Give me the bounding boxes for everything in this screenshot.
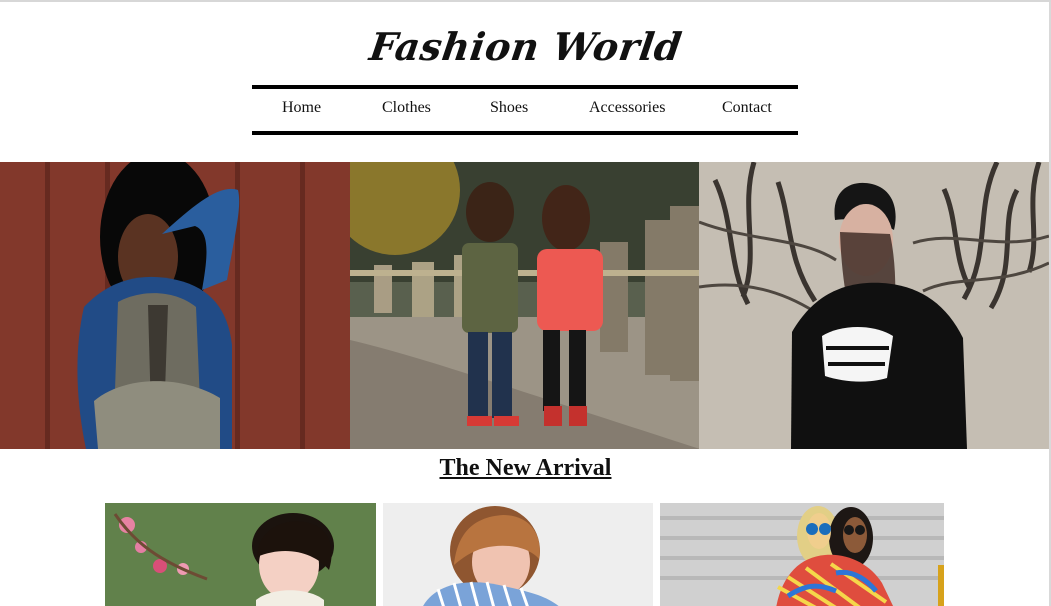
hero-image-2-art (349, 162, 700, 449)
nav-contact[interactable]: Contact (722, 99, 772, 117)
gallery-image-3-art (660, 503, 944, 606)
hero-image-3-art (699, 162, 1050, 449)
site-header: Fashion World (0, 24, 1051, 69)
children-walking-image[interactable] (349, 162, 700, 449)
site-logo-title[interactable]: Fashion World (367, 24, 685, 69)
new-arrival-title[interactable]: The New Arrival (0, 455, 1051, 482)
gallery-image-2-art (383, 503, 653, 606)
nav-shoes[interactable]: Shoes (490, 99, 528, 117)
gallery-image-1-art (105, 503, 376, 606)
main-navigation: Home Clothes Shoes Accessories Contact (252, 85, 798, 135)
woman-beanie-sweatshirt-image[interactable] (699, 162, 1050, 449)
woman-with-flowers-image[interactable] (105, 503, 376, 606)
hero-image-1-art (0, 162, 350, 449)
nav-accessories[interactable]: Accessories (589, 99, 665, 117)
two-women-sunglasses-image[interactable] (660, 503, 944, 606)
woman-striped-shirt-image[interactable] (383, 503, 653, 606)
woman-denim-portrait-image[interactable] (0, 162, 350, 449)
hero-banner (0, 162, 1050, 449)
fashion-world-page: Fashion World Home Clothes Shoes Accesso… (0, 0, 1051, 606)
nav-home[interactable]: Home (282, 99, 321, 117)
nav-clothes[interactable]: Clothes (382, 99, 431, 117)
